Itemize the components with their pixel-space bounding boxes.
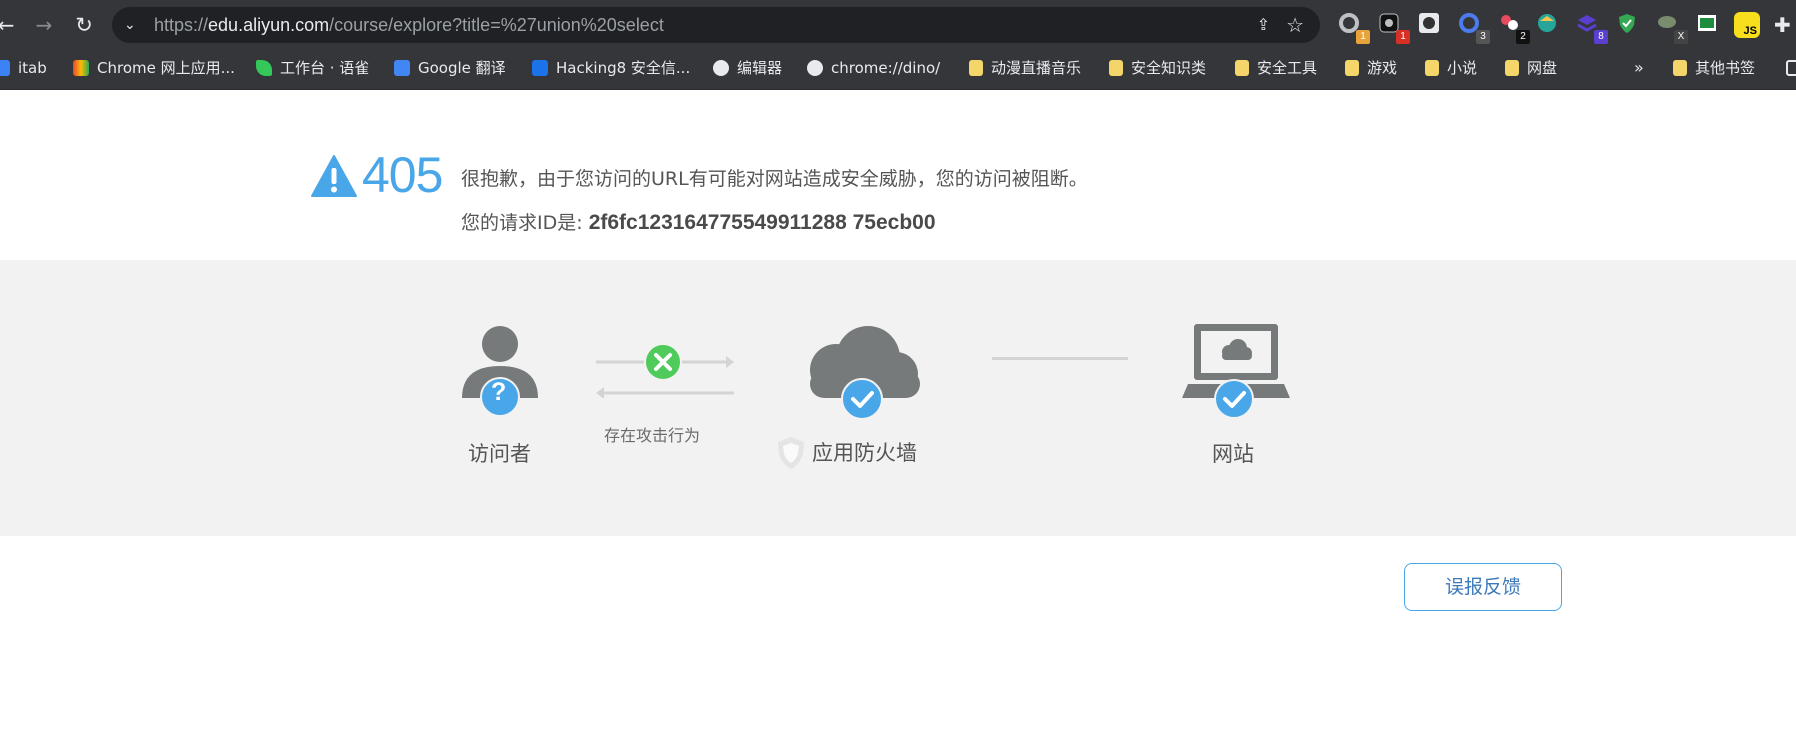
bookmark-label: 网盘 [1527, 59, 1558, 77]
bookmark-folder[interactable]: 安全工具 [1235, 50, 1317, 86]
bookmark-label: 编辑器 [737, 59, 783, 77]
bookmark-label: Google 翻译 [418, 59, 506, 77]
extension-icon[interactable]: X [1656, 12, 1688, 44]
attack-label: 存在攻击行为 [604, 426, 701, 445]
extension-badge: 1 [1356, 30, 1370, 44]
error-code: 405 [362, 147, 443, 203]
visitor-label: 访问者 [468, 442, 531, 466]
reload-icon[interactable]: ↻ [70, 9, 98, 41]
url-host: edu.aliyun.com [208, 15, 330, 35]
extension-icon[interactable] [1696, 12, 1722, 38]
folder-icon [1109, 60, 1123, 76]
bookmark-folder[interactable]: 动漫直播音乐 [969, 50, 1081, 86]
js-extension-label: JS [1743, 25, 1757, 37]
url-path: /course/explore?title=%27union%20select [329, 15, 664, 35]
folder-icon [1673, 60, 1687, 76]
forward-arrow-icon[interactable]: → [30, 9, 58, 41]
bookmark-item[interactable]: Hacking8 安全信... [532, 50, 690, 86]
extension-icon[interactable]: 8 [1576, 12, 1608, 44]
bookmark-item[interactable]: 工作台 · 语雀 [256, 50, 369, 86]
false-positive-feedback-button[interactable]: 误报反馈 [1404, 563, 1562, 611]
bookmark-label: Hacking8 安全信... [556, 59, 691, 77]
browser-toolbar: ← → ↻ ⌄ https://edu.aliyun.com/course/ex… [0, 0, 1796, 50]
bookmark-folder[interactable]: 游戏 [1345, 50, 1397, 86]
website-laptop-icon [1182, 324, 1290, 418]
share-icon[interactable]: ⇪ [1257, 7, 1270, 43]
bookmarks-overflow-chevron-icon[interactable]: » [1634, 50, 1644, 86]
website-label: 网站 [1212, 442, 1254, 466]
bookmark-item[interactable]: chrome://dino/ [807, 50, 940, 86]
js-extension-icon[interactable]: JS [1734, 12, 1760, 38]
folder-icon [969, 60, 983, 76]
shield-extension-icon[interactable] [1616, 12, 1642, 38]
warning-icon [311, 155, 357, 197]
address-bar[interactable]: ⌄ https://edu.aliyun.com/course/explore?… [112, 7, 1320, 43]
folder-icon [1345, 60, 1359, 76]
bookmark-label: 安全工具 [1257, 59, 1318, 77]
extension-badge: 1 [1396, 30, 1410, 44]
other-bookmarks-folder[interactable]: 其他书签 [1673, 50, 1755, 86]
request-id-label: 您的请求ID是: [461, 212, 589, 234]
extension-icon[interactable]: 1 [1338, 12, 1370, 44]
waf-label: 应用防火墙 [812, 441, 917, 465]
bookmark-folder[interactable]: 网盘 [1505, 50, 1557, 86]
folder-icon [1425, 60, 1439, 76]
error-message: 很抱歉，由于您访问的URL有可能对网站造成安全威胁，您的访问被阻断。 [461, 168, 1088, 190]
chevron-down-icon[interactable]: ⌄ [124, 9, 136, 41]
waf-shield-icon [778, 437, 804, 469]
bookmark-label: chrome://dino/ [831, 59, 941, 77]
reading-list-icon-shape [1786, 60, 1796, 76]
back-arrow-icon[interactable]: ← [0, 9, 20, 41]
extension-icon[interactable]: 1 [1378, 12, 1410, 44]
bookmark-item[interactable]: itab [0, 50, 47, 86]
bookmark-star-icon[interactable]: ☆ [1286, 7, 1304, 43]
bookmark-label: 动漫直播音乐 [991, 59, 1082, 77]
extension-badge: X [1674, 30, 1688, 44]
block-diagram: ? 访问者 存在攻击行为 应用防火墙 网站 [0, 260, 1796, 536]
extensions-puzzle-icon[interactable]: ✚ [1774, 12, 1796, 38]
bookmark-item[interactable]: Google 翻译 [394, 50, 506, 86]
bookmark-label: 其他书签 [1695, 59, 1756, 77]
globe-icon [807, 60, 823, 76]
extension-icon[interactable]: 2 [1498, 12, 1530, 44]
bookmark-label: itab [18, 59, 47, 77]
extension-icon[interactable] [1418, 12, 1444, 38]
block-x-icon [644, 343, 682, 381]
bookmarks-bar: itab Chrome 网上应用... 工作台 · 语雀 Google 翻译 H… [0, 50, 1796, 90]
request-id-value: 2f6fc123164775549911288 75ecb00 [588, 211, 936, 234]
reading-list-icon[interactable] [1786, 50, 1796, 86]
extension-icon[interactable]: 3 [1458, 12, 1490, 44]
url-scheme: https:// [154, 15, 209, 35]
extension-badge: 3 [1476, 30, 1490, 44]
bookmark-item[interactable]: Chrome 网上应用... [73, 50, 235, 86]
bookmark-label: 游戏 [1367, 59, 1398, 77]
connector-line [992, 357, 1128, 360]
hacking8-icon [532, 60, 548, 76]
question-mark-icon: ? [491, 378, 507, 406]
bookmark-folder[interactable]: 安全知识类 [1109, 50, 1206, 86]
url-text[interactable]: https://edu.aliyun.com/course/explore?ti… [154, 7, 664, 43]
yuque-icon [256, 60, 272, 76]
bookmark-folder[interactable]: 小说 [1425, 50, 1477, 86]
folder-icon [1235, 60, 1249, 76]
request-id-line: 您的请求ID是: 2f6fc123164775549911288 75ecb00 [461, 208, 936, 235]
globe-icon [713, 60, 729, 76]
bookmark-label: 安全知识类 [1131, 59, 1207, 77]
bookmark-item[interactable]: 编辑器 [713, 50, 782, 86]
bookmark-label: 小说 [1447, 59, 1478, 77]
extension-badge: 8 [1594, 30, 1608, 44]
google-translate-icon [394, 60, 410, 76]
folder-icon [1505, 60, 1519, 76]
bookmark-label: 工作台 · 语雀 [280, 59, 370, 77]
waf-cloud-icon [810, 326, 920, 420]
itab-icon [0, 60, 10, 76]
bookmark-label: Chrome 网上应用... [97, 59, 235, 77]
extension-icon[interactable] [1536, 12, 1562, 38]
extension-badge: 2 [1516, 30, 1530, 44]
chrome-webstore-icon [73, 60, 89, 76]
